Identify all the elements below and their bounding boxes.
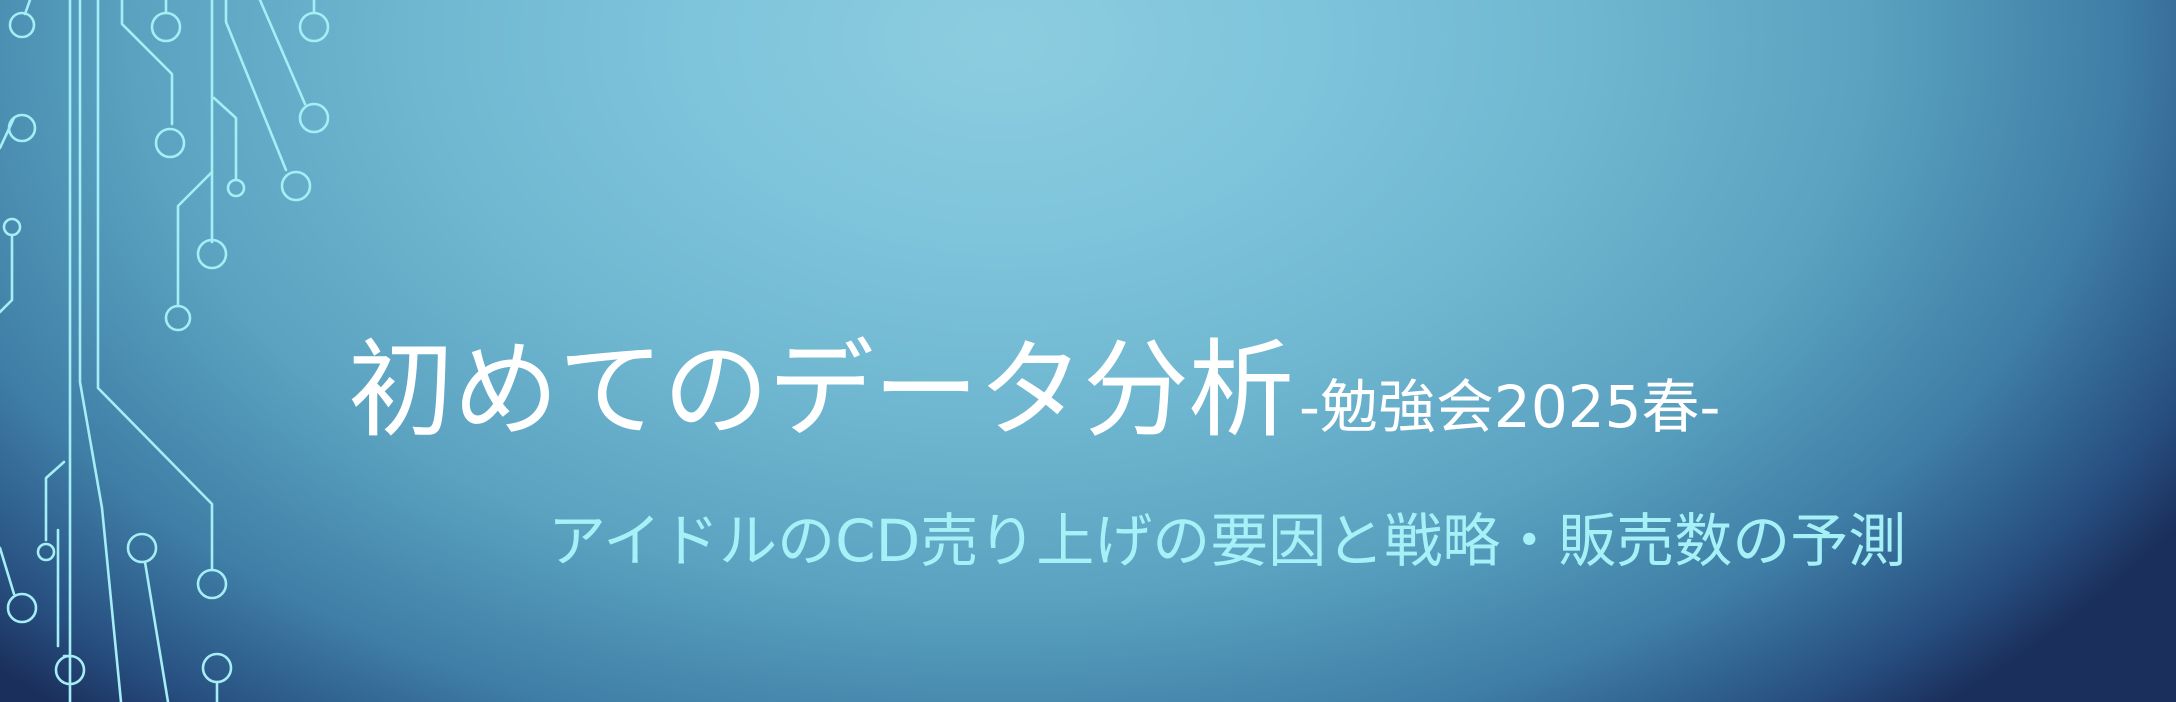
circuit-node [298, 102, 330, 134]
circuit-trace [120, 0, 174, 126]
circuit-trace [96, 0, 214, 572]
circuit-trace [23, 0, 32, 16]
circuit-node [154, 127, 186, 159]
circuit-trace [258, 0, 307, 106]
circuit-trace [0, 546, 16, 596]
circuit-decoration [0, 0, 330, 702]
title-line: 初めてのデータ分析 -勉強会2025春- [348, 338, 1720, 444]
circuit-node [126, 532, 158, 564]
circuit-node [298, 11, 330, 43]
circuit-node [8, 11, 36, 39]
circuit-node [196, 568, 228, 600]
circuit-trace [212, 96, 238, 182]
main-title: 初めてのデータ分析 [348, 329, 1294, 452]
circuit-node [36, 542, 56, 562]
title-slide: 初めてのデータ分析 -勉強会2025春- アイドルのCD売り上げの要因と戦略・販売… [0, 0, 2176, 702]
circuit-trace [0, 233, 14, 314]
circuit-node [280, 170, 312, 202]
circuit-node [164, 304, 192, 332]
circuit-trace [0, 116, 16, 150]
title-suffix: -勉強会2025春- [1299, 373, 1721, 441]
circuit-trace [176, 170, 214, 308]
circuit-node [150, 11, 182, 43]
circuit-node [226, 178, 246, 198]
circuit-trace [143, 560, 170, 702]
circuit-trace [44, 460, 66, 542]
circuit-node [6, 592, 38, 624]
circuit-node [201, 652, 233, 684]
slide-subtitle: アイドルのCD売り上げの要因と戦略・販売数の予測 [548, 507, 1907, 575]
circuit-node [2, 217, 22, 237]
circuit-node [7, 113, 37, 143]
circuit-node [196, 238, 228, 270]
circuit-trace [78, 0, 123, 702]
